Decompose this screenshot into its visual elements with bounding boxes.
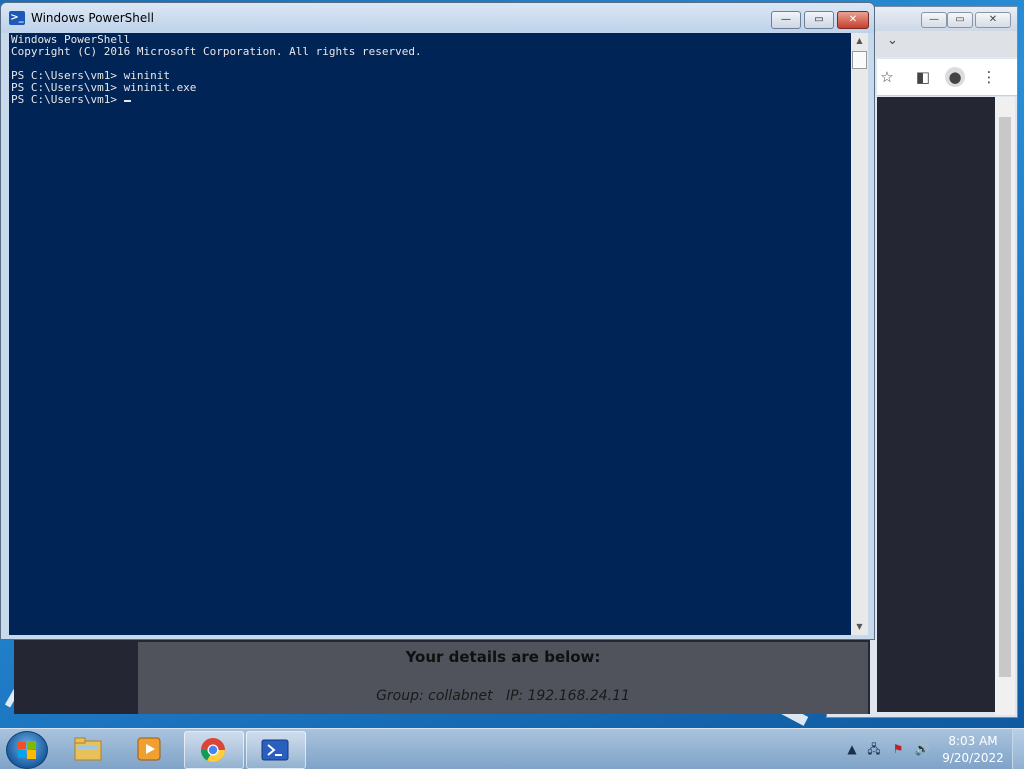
browser-scrollbar[interactable] [995,97,1015,715]
browser-scrollbar-thumb[interactable] [999,117,1011,677]
windows-logo-icon [18,741,36,759]
details-heading: Your details are below: [405,648,601,666]
volume-icon[interactable]: 🔊 [914,741,930,757]
console-line: Copyright (C) 2016 Microsoft Corporation… [11,45,422,58]
taskbar-file-explorer[interactable] [60,731,118,767]
show-hidden-icons-button[interactable]: ▲ [844,741,860,757]
console-line: PS C:\Users\vm1> wininit.exe [11,81,197,94]
powershell-titlebar[interactable]: >_ Windows PowerShell — ▭ ✕ [1,3,874,33]
console-scrollbar-thumb[interactable] [852,51,867,69]
action-center-icon[interactable]: ⚑ [890,741,906,757]
text-cursor [123,100,131,102]
browser-page-content [877,97,995,712]
browser-close-button[interactable]: ✕ [975,12,1011,28]
browser-maximize-button[interactable]: ▭ [947,12,973,28]
console-prompt: PS C:\Users\vm1> [11,93,124,106]
start-button[interactable] [6,731,48,769]
powershell-icon[interactable]: >_ [9,11,25,25]
browser-toolbar: ☆ ◧ ● ⋮ [877,59,1017,96]
details-card: Your details are below: Group: collabnet… [138,642,868,714]
folder-icon [74,737,102,761]
taskbar-media-player[interactable] [122,731,180,767]
chrome-icon [201,738,225,763]
maximize-button[interactable]: ▭ [804,11,834,29]
minimize-button[interactable]: — [771,11,801,29]
window-title: Windows PowerShell [31,11,154,25]
network-icon[interactable]: 🖧 [866,741,882,757]
console-output[interactable]: Windows PowerShell Copyright (C) 2016 Mic… [9,33,851,635]
sidebar-icon[interactable]: ◧ [913,67,933,87]
close-button[interactable]: ✕ [837,11,869,29]
chevron-down-icon[interactable]: ⌄ [887,33,898,48]
browser-minimize-button[interactable]: — [921,12,947,28]
media-player-icon [137,737,161,761]
star-icon[interactable]: ☆ [877,67,897,87]
console-prompt-line[interactable]: PS C:\Users\vm1> [11,94,849,106]
clock-time[interactable]: 8:03 AM [938,734,1008,748]
powershell-window[interactable]: >_ Windows PowerShell — ▭ ✕ Windows Powe… [0,2,875,640]
taskbar: ▲ 🖧 ⚑ 🔊 8:03 AM 9/20/2022 [0,728,1024,769]
taskbar-chrome[interactable] [184,731,244,769]
powershell-icon [261,739,289,761]
details-text: Group: collabnet IP: 192.168.24.11 [376,688,630,704]
scroll-down-icon[interactable]: ▼ [851,619,868,635]
clock-date[interactable]: 9/20/2022 [938,751,1008,765]
profile-icon[interactable]: ● [945,67,965,87]
more-icon[interactable]: ⋮ [979,67,999,87]
console-scrollbar[interactable]: ▲ ▼ [851,33,868,635]
show-desktop-button[interactable] [1012,729,1024,769]
scroll-up-icon[interactable]: ▲ [851,33,868,49]
taskbar-powershell[interactable] [246,731,306,769]
web-page-strip: Your details are below: Group: collabnet… [14,640,870,714]
